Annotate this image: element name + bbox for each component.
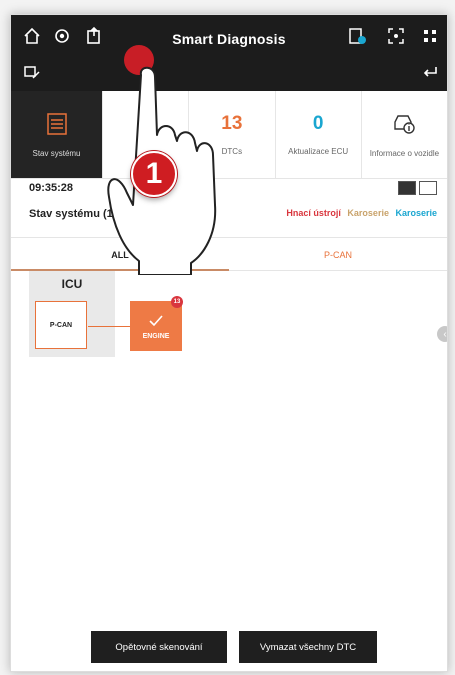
summary-tiles: Stav systému 13 DTCs 0 Aktualizace ECU I… (11, 91, 447, 179)
report-icon[interactable] (346, 25, 368, 47)
system-legend: Hnací ústrojí Karoserie Karoserie (282, 208, 437, 218)
legend-body-alt: Karoserie (395, 208, 437, 218)
tile-dtcs[interactable]: 13 DTCs (189, 91, 276, 178)
app-window: Smart Diagnosis Stav systému 13 DTCs 0 A… (10, 14, 448, 672)
ecu-update-count: 0 (312, 113, 324, 134)
ecu-label: ENGINE (142, 332, 170, 340)
status-title: Stav systému (1/1) (29, 208, 126, 220)
tab-all[interactable]: ALL (11, 238, 229, 271)
icu-title: ICU (61, 277, 83, 291)
tab-p-can[interactable]: P-CAN (229, 238, 447, 270)
clear-dtc-button[interactable]: Vymazat všechny DTC (239, 631, 377, 663)
p-can-node[interactable]: P-CAN (35, 301, 87, 349)
scan-time: 09:35:28 (29, 182, 74, 194)
screenshot-icon[interactable] (385, 25, 407, 47)
tile-ecu-update[interactable]: 0 Aktualizace ECU (276, 91, 362, 178)
vehicle-info-icon (394, 115, 416, 134)
return-icon[interactable] (419, 61, 441, 83)
view-toggles (398, 181, 437, 195)
tile-label: Stav systému (32, 149, 81, 158)
rescan-button[interactable]: Opětovné skenování (91, 631, 227, 663)
dtc-count: 13 (221, 113, 243, 134)
icu-group: ICU P-CAN (29, 271, 115, 357)
vehicle-edit-icon[interactable] (21, 61, 43, 83)
tile-vehicle-info[interactable]: Informace o vozidle (362, 91, 447, 178)
tile-label: DTCs (221, 147, 243, 156)
app-title: Smart Diagnosis (172, 31, 286, 47)
step-marker: 1 (131, 151, 177, 197)
header-bar: Smart Diagnosis (11, 15, 447, 91)
grid-view-toggle[interactable] (398, 181, 416, 195)
tile-label: Aktualizace ECU (288, 147, 349, 156)
tile-system-status[interactable]: Stav systému (11, 91, 103, 178)
tap-indicator (124, 45, 154, 75)
checklist-icon (46, 113, 67, 135)
list-view-toggle[interactable] (419, 181, 437, 195)
grid-icon[interactable] (419, 25, 441, 47)
collapse-handle-icon[interactable]: ‹ (437, 326, 447, 342)
legend-body: Karoserie (347, 208, 389, 218)
tile-label: Informace o vozidle (369, 149, 440, 158)
check-icon (149, 314, 163, 326)
dtc-badge: 13 (171, 296, 183, 308)
legend-powertrain: Hnací ústrojí (286, 208, 341, 218)
bus-tabs: ALL P-CAN (11, 237, 447, 271)
bus-connector (88, 326, 130, 327)
engine-ecu-node[interactable]: ENGINE (130, 301, 182, 351)
